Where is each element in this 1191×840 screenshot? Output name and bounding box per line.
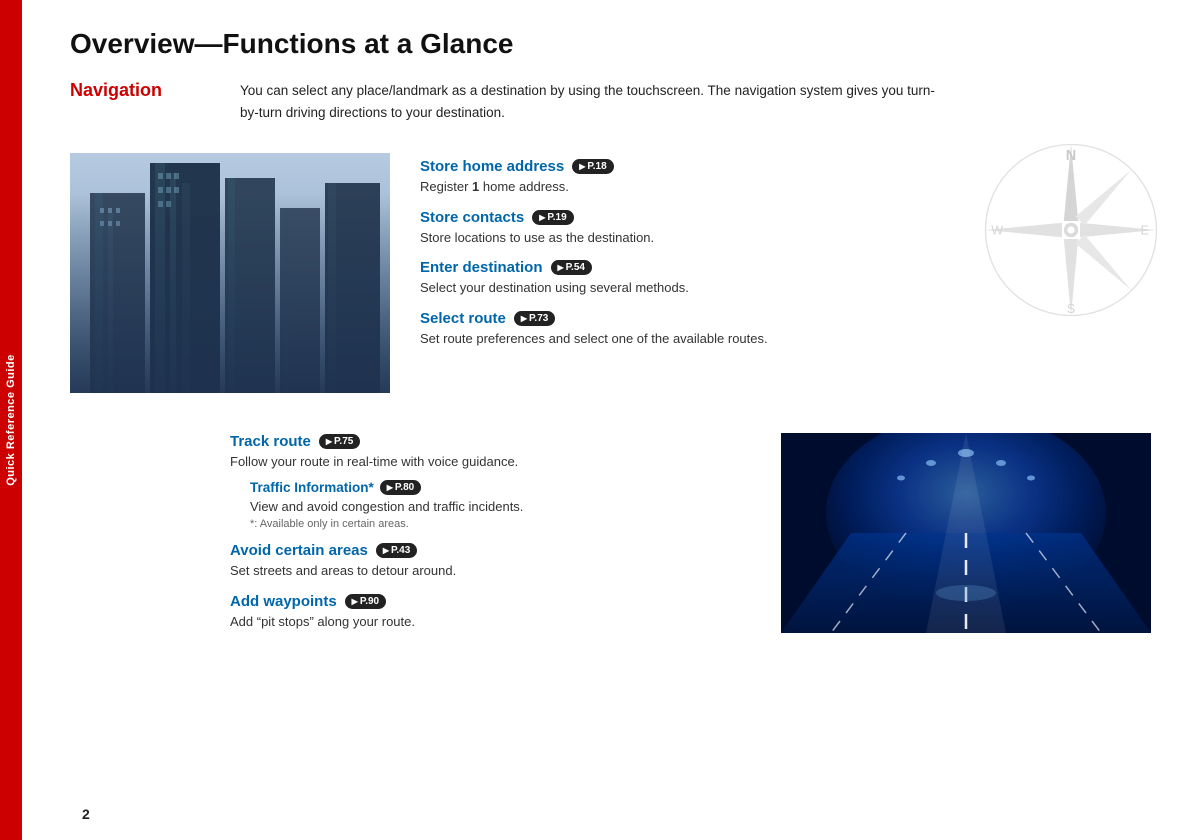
traffic-title: Traffic Information* P.80 <box>250 480 751 495</box>
enter-dest-badge: P.54 <box>551 260 592 275</box>
track-route-badge: P.75 <box>319 434 360 449</box>
svg-text:W: W <box>991 224 1003 238</box>
nav-description: You can select any place/landmark as a d… <box>240 80 940 123</box>
feature-avoid-areas: Avoid certain areas P.43 Set streets and… <box>230 542 751 581</box>
store-contacts-badge: P.19 <box>532 210 573 225</box>
feature-add-waypoints: Add waypoints P.90 Add “pit stops” along… <box>230 593 751 632</box>
page-number: 2 <box>82 806 90 822</box>
road-image <box>781 433 1151 633</box>
traffic-note: *: Available only in certain areas. <box>250 518 751 530</box>
page-title: Overview—Functions at a Glance <box>70 28 1151 60</box>
svg-text:S: S <box>1067 302 1075 316</box>
traffic-badge: P.80 <box>380 480 421 495</box>
add-waypoints-badge: P.90 <box>345 594 386 609</box>
feature-add-waypoints-title: Add waypoints P.90 <box>230 593 751 610</box>
top-section: Navigation You can select any place/land… <box>70 80 1151 123</box>
nav-label-col: Navigation <box>70 80 240 123</box>
navigation-label: Navigation <box>70 80 162 100</box>
avoid-areas-badge: P.43 <box>376 543 417 558</box>
select-route-badge: P.73 <box>514 311 555 326</box>
main-content: Overview—Functions at a Glance N S <box>22 0 1191 840</box>
feature-add-waypoints-desc: Add “pit stops” along your route. <box>230 612 751 632</box>
traffic-desc: View and avoid congestion and traffic in… <box>250 497 751 517</box>
feature-track-route-desc: Follow your route in real-time with voic… <box>230 452 751 472</box>
compass-decoration: N S E W <box>981 140 1161 320</box>
traffic-subsection: Traffic Information* P.80 View and avoid… <box>250 480 751 531</box>
feature-track-route: Track route P.75 Follow your route in re… <box>230 433 751 530</box>
feature-avoid-areas-title: Avoid certain areas P.43 <box>230 542 751 559</box>
feature-avoid-areas-desc: Set streets and areas to detour around. <box>230 561 751 581</box>
sidebar-label: Quick Reference Guide <box>0 0 22 840</box>
feature-select-route-desc: Set route preferences and select one of … <box>420 329 1151 349</box>
bottom-features: Track route P.75 Follow your route in re… <box>230 433 751 643</box>
building-image <box>70 153 390 393</box>
store-home-badge: P.18 <box>572 159 613 174</box>
bottom-section: Track route P.75 Follow your route in re… <box>70 433 1151 643</box>
svg-text:E: E <box>1141 224 1149 238</box>
svg-text:N: N <box>1066 148 1076 164</box>
feature-track-route-title: Track route P.75 <box>230 433 751 450</box>
